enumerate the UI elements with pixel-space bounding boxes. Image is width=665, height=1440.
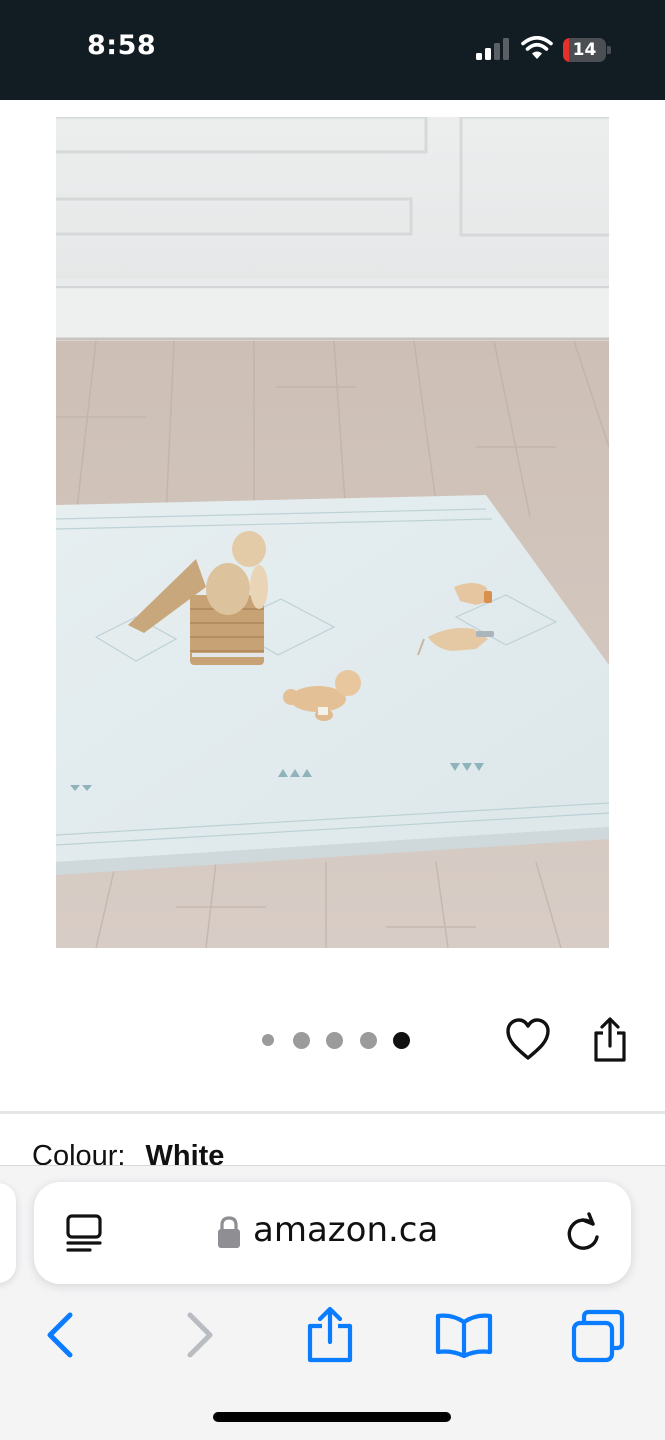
pager-dot[interactable] bbox=[261, 1034, 274, 1046]
forward-icon[interactable] bbox=[184, 1311, 216, 1359]
signal-icon bbox=[476, 38, 509, 60]
reader-icon[interactable] bbox=[64, 1212, 106, 1256]
product-image[interactable] bbox=[56, 117, 609, 948]
section-divider bbox=[0, 1111, 665, 1114]
heart-icon[interactable] bbox=[504, 1016, 552, 1062]
home-indicator bbox=[213, 1412, 451, 1422]
bookmarks-icon[interactable] bbox=[434, 1312, 494, 1358]
previous-tab-preview[interactable] bbox=[0, 1183, 16, 1283]
pager-dot-active[interactable] bbox=[393, 1031, 410, 1049]
pager-dot[interactable] bbox=[292, 1031, 310, 1049]
share-icon[interactable] bbox=[306, 1306, 354, 1364]
pager-dot[interactable] bbox=[359, 1031, 377, 1049]
lock-icon bbox=[218, 1216, 240, 1248]
battery-level: 14 bbox=[572, 40, 597, 60]
wifi-icon bbox=[521, 36, 553, 59]
reload-icon[interactable] bbox=[562, 1211, 604, 1255]
share-icon[interactable] bbox=[590, 1016, 630, 1064]
tabs-icon[interactable] bbox=[570, 1309, 628, 1363]
back-icon[interactable] bbox=[44, 1311, 76, 1359]
battery-icon: 14 bbox=[563, 38, 611, 62]
status-time: 8:58 bbox=[87, 30, 157, 61]
pager-dot[interactable] bbox=[326, 1031, 343, 1049]
status-bar: 8:58 14 bbox=[0, 0, 665, 100]
url-domain[interactable]: amazon.ca bbox=[253, 1210, 438, 1250]
